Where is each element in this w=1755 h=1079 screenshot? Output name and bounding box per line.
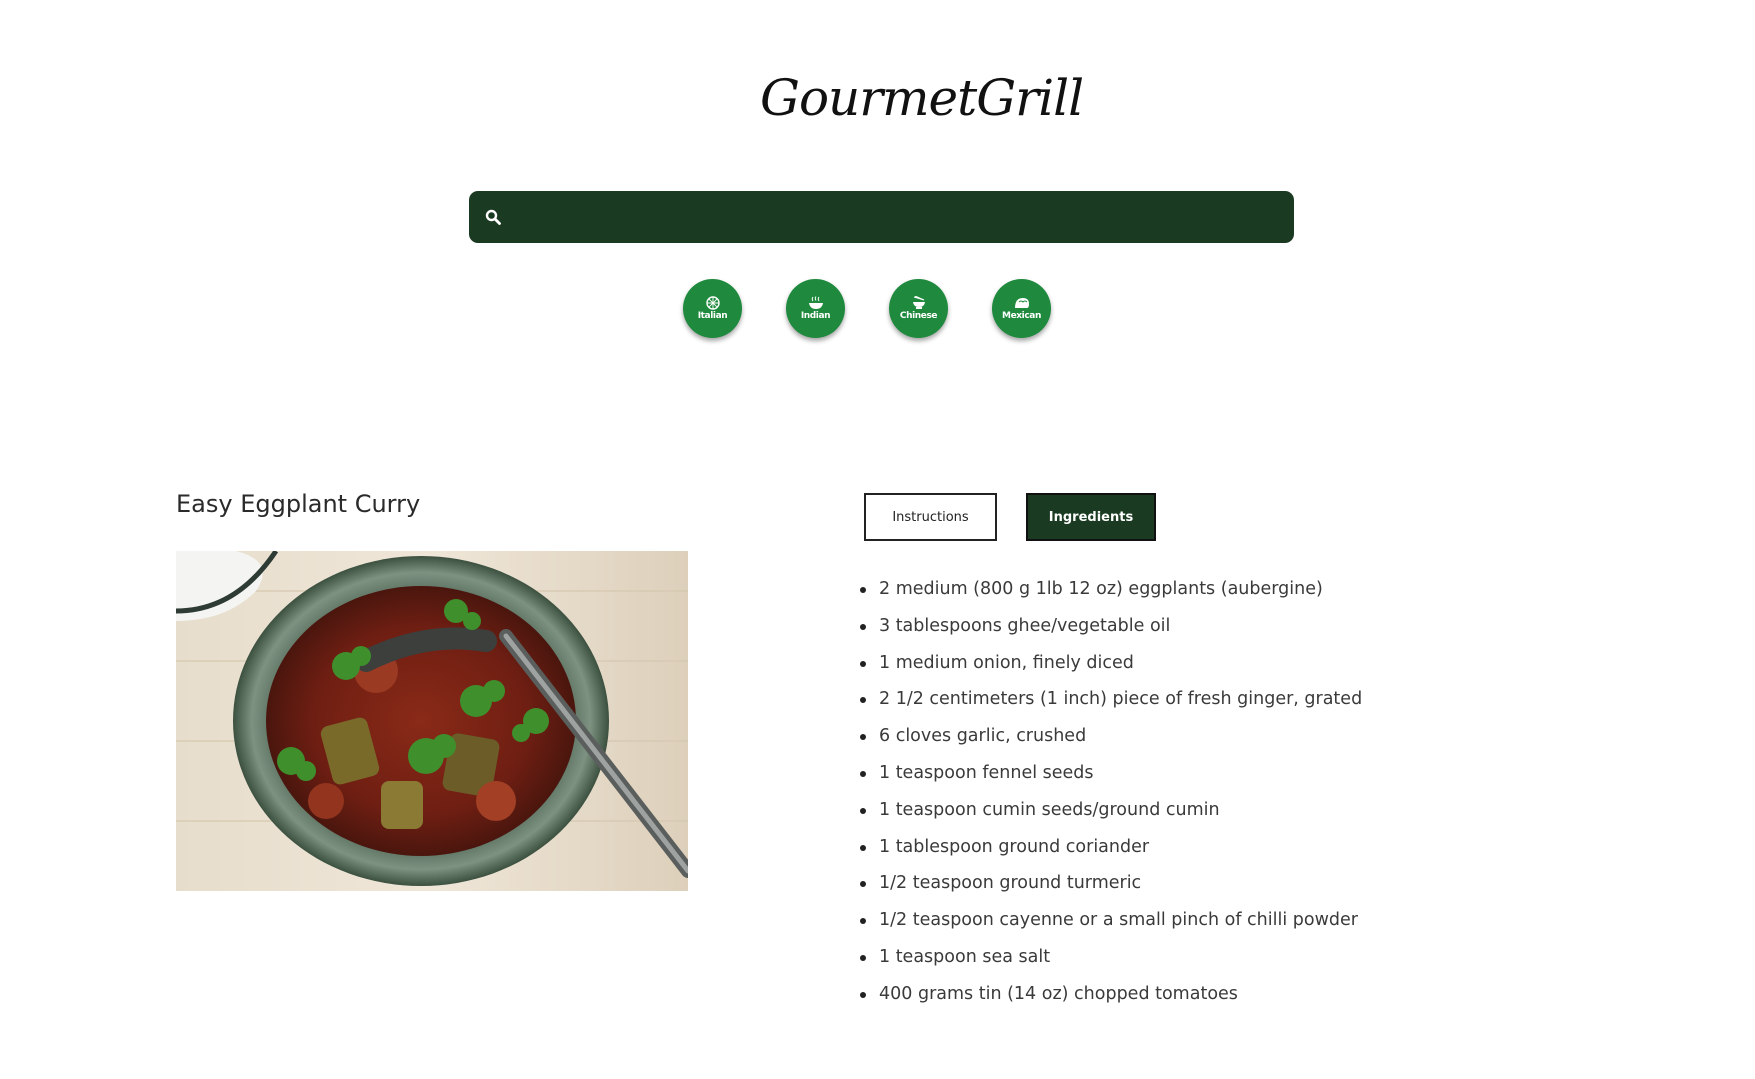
tab-ingredients[interactable]: Ingredients xyxy=(1026,493,1156,541)
search-icon[interactable] xyxy=(485,209,501,225)
ingredient-item: 3 tablespoons ghee/vegetable oil xyxy=(859,608,1362,645)
ingredient-item: 1/2 teaspoon cayenne or a small pinch of… xyxy=(859,902,1362,939)
brand-name: GourmetGrill xyxy=(760,69,1084,127)
cuisine-button-chinese[interactable]: Chinese xyxy=(889,279,948,338)
pizza-icon xyxy=(705,296,720,310)
ingredient-item: 1/2 teaspoon ground turmeric xyxy=(859,865,1362,902)
search-bar[interactable] xyxy=(469,191,1294,243)
brand-logo[interactable]: GourmetGrill xyxy=(750,58,1084,138)
cuisine-button-italian[interactable]: Italian xyxy=(683,279,742,338)
ingredients-list: 2 medium (800 g 1lb 12 oz) eggplants (au… xyxy=(859,571,1362,1013)
search-input[interactable] xyxy=(501,191,1294,243)
ingredient-item: 1 tablespoon ground coriander xyxy=(859,829,1362,866)
ingredient-item: 2 1/2 centimeters (1 inch) piece of fres… xyxy=(859,681,1362,718)
cuisine-label: Chinese xyxy=(899,311,938,321)
ingredient-item: 1 medium onion, finely diced xyxy=(859,645,1362,682)
cuisine-label: Italian xyxy=(697,311,728,321)
cuisine-filters: Italian Indian Chinese Mexican xyxy=(683,279,1051,338)
noodle-bowl-icon xyxy=(912,296,925,309)
ingredient-item: 1 teaspoon cumin seeds/ground cumin xyxy=(859,792,1362,829)
recipe-title: Easy Eggplant Curry xyxy=(176,490,421,518)
ingredient-item: 2 medium (800 g 1lb 12 oz) eggplants (au… xyxy=(859,571,1362,608)
cuisine-label: Indian xyxy=(800,311,831,321)
recipe-photo xyxy=(176,551,688,891)
ingredient-item: 6 cloves garlic, crushed xyxy=(859,718,1362,755)
cuisine-button-mexican[interactable]: Mexican xyxy=(992,279,1051,338)
ingredient-item: 400 grams tin (14 oz) chopped tomatoes xyxy=(859,976,1362,1013)
taco-icon xyxy=(1014,298,1029,308)
ingredient-item: 1 teaspoon fennel seeds xyxy=(859,755,1362,792)
cuisine-label: Mexican xyxy=(1002,311,1041,321)
page: GourmetGrill Italian Indian Chinese Mexi… xyxy=(0,0,1755,1079)
cuisine-button-indian[interactable]: Indian xyxy=(786,279,845,338)
recipe-image xyxy=(176,551,688,891)
tab-instructions[interactable]: Instructions xyxy=(864,493,997,541)
curry-bowl-icon xyxy=(808,296,823,309)
ingredient-item: 1 teaspoon sea salt xyxy=(859,939,1362,976)
